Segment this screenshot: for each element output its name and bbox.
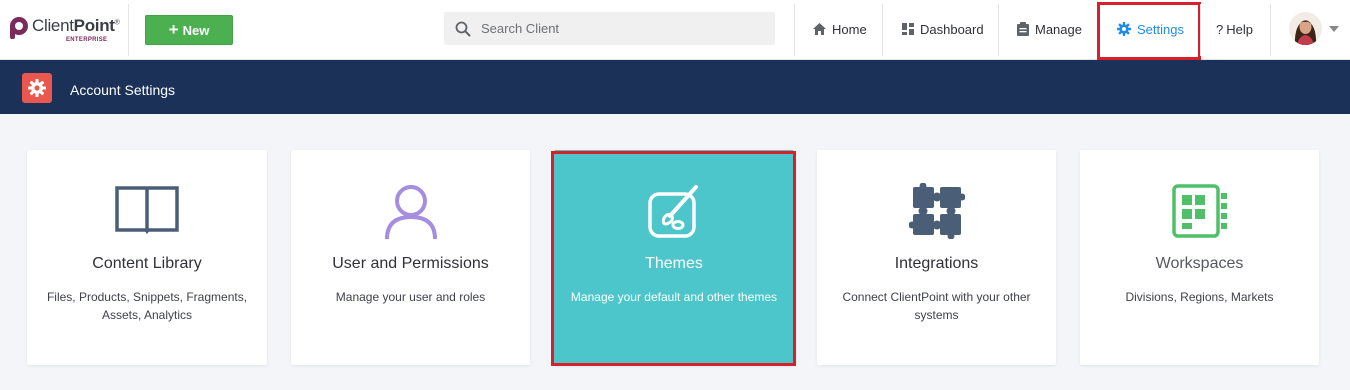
page-title: Account Settings <box>70 82 176 98</box>
search-input[interactable] <box>481 21 751 36</box>
card-description: Files, Products, Snippets, Fragments, As… <box>46 290 248 322</box>
card-integrations[interactable]: Integrations Connect ClientPoint with yo… <box>817 150 1056 365</box>
settings-highlight <box>1097 2 1201 60</box>
search-icon <box>455 21 471 36</box>
divider <box>1200 4 1201 56</box>
top-navbar: ClientPoint® ENTERPRISE + New Home Dashb… <box>0 0 1350 60</box>
settings-gear-icon <box>22 73 52 103</box>
plus-icon: + <box>168 19 179 39</box>
card-title: Workspaces <box>1155 255 1244 272</box>
divider <box>998 4 999 56</box>
home-icon <box>813 23 826 35</box>
user-icon <box>291 185 530 241</box>
clipboard-icon <box>1017 22 1029 36</box>
new-button-label: New <box>182 22 210 38</box>
new-button[interactable]: + New <box>145 15 233 45</box>
account-settings-bar: Account Settings <box>0 60 1350 114</box>
divider <box>1270 4 1271 56</box>
nav-home[interactable]: Home <box>813 0 867 58</box>
divider <box>794 4 795 56</box>
workspace-icon <box>1080 184 1319 239</box>
card-user-permissions[interactable]: User and Permissions Manage your user an… <box>291 150 530 365</box>
clientpoint-logo-mark-icon <box>10 17 28 39</box>
avatar-image <box>1289 12 1322 45</box>
user-avatar[interactable] <box>1289 12 1322 45</box>
search-bar <box>444 12 775 45</box>
dashboard-icon <box>902 23 914 35</box>
card-workspaces[interactable]: Workspaces Divisions, Regions, Markets <box>1080 150 1319 365</box>
card-description: Connect ClientPoint with your other syst… <box>842 290 1031 322</box>
chevron-down-icon[interactable] <box>1329 26 1339 32</box>
card-description: Divisions, Regions, Markets <box>1125 290 1274 304</box>
nav-dashboard-label: Dashboard <box>920 21 984 37</box>
brand-edition: ENTERPRISE <box>66 37 108 43</box>
card-description: Manage your user and roles <box>335 290 486 304</box>
brand-name: ClientPoint® <box>32 16 120 35</box>
card-content-library[interactable]: Content Library Files, Products, Snippet… <box>27 150 267 365</box>
divider <box>882 4 883 56</box>
card-title: Integrations <box>894 255 979 272</box>
nav-help[interactable]: ? Help <box>1216 0 1253 58</box>
clientpoint-logo[interactable]: ClientPoint® ENTERPRISE <box>8 14 120 48</box>
help-icon: ? <box>1216 21 1224 37</box>
nav-manage-label: Manage <box>1035 21 1082 37</box>
book-icon <box>27 185 267 235</box>
card-title: User and Permissions <box>332 255 489 272</box>
nav-dashboard[interactable]: Dashboard <box>902 0 984 58</box>
divider <box>128 4 129 56</box>
nav-help-label: Help <box>1226 21 1253 37</box>
puzzle-icon <box>817 183 1056 239</box>
nav-home-label: Home <box>832 21 867 37</box>
themes-highlight <box>551 151 796 366</box>
card-title: Content Library <box>92 255 202 272</box>
nav-manage[interactable]: Manage <box>1017 0 1082 58</box>
